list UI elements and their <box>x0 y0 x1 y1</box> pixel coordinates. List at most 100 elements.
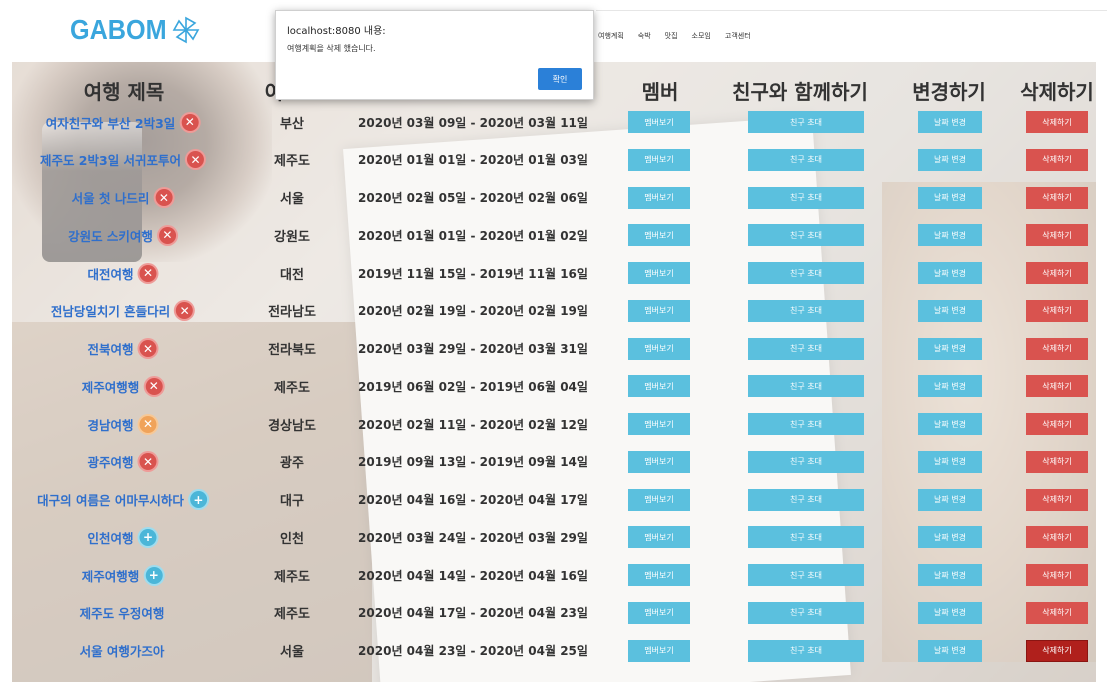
change-date-button[interactable]: 날짜 변경 <box>918 413 982 435</box>
invite-friend-button[interactable]: 친구 초대 <box>748 450 864 473</box>
delete-trip-button[interactable]: 삭제하기 <box>1026 375 1088 398</box>
view-members-button[interactable]: 멤버보기 <box>628 299 690 322</box>
delete-trip-button[interactable]: 삭제하기 <box>1026 601 1088 624</box>
change-date-button[interactable]: 날짜 변경 <box>918 564 982 586</box>
change-date-button[interactable]: 날짜 변경 <box>918 488 982 511</box>
delete-trip-button[interactable]: 삭제하기 <box>1026 639 1088 662</box>
remove-icon[interactable]: ✕ <box>139 264 157 282</box>
destination-text: 강원도 <box>274 229 310 245</box>
delete-trip-button[interactable]: 삭제하기 <box>1026 224 1088 247</box>
change-date-button[interactable]: 날짜 변경 <box>918 186 982 209</box>
view-members-button[interactable]: 멤버보기 <box>628 262 690 284</box>
remove-icon[interactable]: ✕ <box>145 377 163 395</box>
trip-title-link[interactable]: 대구의 여름은 어마무시하다 <box>37 490 184 509</box>
trip-title-link[interactable]: 대전여행 <box>87 264 133 283</box>
view-members-button[interactable]: 멤버보기 <box>628 224 690 247</box>
invite-friend-button[interactable]: 친구 초대 <box>748 337 864 360</box>
invite-friend-button[interactable]: 친구 초대 <box>748 375 864 398</box>
change-date-button[interactable]: 날짜 변경 <box>918 639 982 662</box>
invite-friend-button[interactable]: 친구 초대 <box>748 262 864 284</box>
change-date-button[interactable]: 날짜 변경 <box>918 526 982 549</box>
view-members-button[interactable]: 멤버보기 <box>628 413 690 435</box>
member-cell: 멤버보기 <box>628 103 690 141</box>
trip-title-link[interactable]: 서울 첫 나드리 <box>72 188 150 207</box>
delete-trip-button[interactable]: 삭제하기 <box>1026 450 1088 473</box>
view-members-button[interactable]: 멤버보기 <box>628 148 690 171</box>
view-members-button[interactable]: 멤버보기 <box>628 526 690 549</box>
delete-trip-button[interactable]: 삭제하기 <box>1026 262 1088 284</box>
view-members-button[interactable]: 멤버보기 <box>628 375 690 398</box>
nav-item-restaurants[interactable]: 맛집 <box>665 31 678 41</box>
trip-title-link[interactable]: 서울 여행가즈아 <box>80 641 165 660</box>
invite-friend-button[interactable]: 친구 초대 <box>748 601 864 624</box>
change-date-button[interactable]: 날짜 변경 <box>918 262 982 284</box>
invite-friend-button[interactable]: 친구 초대 <box>748 148 864 171</box>
remove-icon[interactable]: ✕ <box>176 302 194 320</box>
add-icon[interactable]: + <box>145 566 163 584</box>
delete-trip-button[interactable]: 삭제하기 <box>1026 526 1088 549</box>
delete-cell: 삭제하기 <box>1026 518 1088 556</box>
remove-icon[interactable]: ✕ <box>181 113 199 131</box>
view-members-button[interactable]: 멤버보기 <box>628 337 690 360</box>
view-members-button[interactable]: 멤버보기 <box>628 111 690 133</box>
view-members-button[interactable]: 멤버보기 <box>628 639 690 662</box>
remove-icon[interactable]: ✕ <box>139 415 157 433</box>
trip-title-link[interactable]: 전북여행 <box>87 339 133 358</box>
trip-title-link[interactable]: 제주여행행 <box>82 566 140 585</box>
invite-friend-button[interactable]: 친구 초대 <box>748 526 864 549</box>
change-date-button[interactable]: 날짜 변경 <box>918 299 982 322</box>
remove-icon[interactable]: ✕ <box>158 226 176 244</box>
invite-friend-button[interactable]: 친구 초대 <box>748 413 864 435</box>
invite-friend-button[interactable]: 친구 초대 <box>748 488 864 511</box>
trip-title-link[interactable]: 전남당일치기 흔들다리 <box>51 301 170 320</box>
add-icon[interactable]: + <box>139 528 157 546</box>
delete-trip-button[interactable]: 삭제하기 <box>1026 299 1088 322</box>
trip-title-link[interactable]: 광주여행 <box>87 452 133 471</box>
delete-trip-button[interactable]: 삭제하기 <box>1026 488 1088 511</box>
invite-friend-button[interactable]: 친구 초대 <box>748 111 864 133</box>
trip-title-link[interactable]: 인천여행 <box>87 528 133 547</box>
invite-friend-button[interactable]: 친구 초대 <box>748 299 864 322</box>
delete-trip-button[interactable]: 삭제하기 <box>1026 413 1088 435</box>
nav-item-travel-plan[interactable]: 여행계획 <box>598 31 624 41</box>
dates-cell: 2020년 04월 14일 - 2020년 04월 16일 <box>358 556 588 594</box>
add-icon[interactable]: + <box>189 491 207 508</box>
view-members-button[interactable]: 멤버보기 <box>628 450 690 473</box>
destination-text: 전라남도 <box>268 305 316 321</box>
invite-friend-button[interactable]: 친구 초대 <box>748 224 864 247</box>
change-date-button[interactable]: 날짜 변경 <box>918 375 982 398</box>
invite-friend-button[interactable]: 친구 초대 <box>748 639 864 662</box>
change-date-button[interactable]: 날짜 변경 <box>918 148 982 171</box>
trip-title-link[interactable]: 제주여행행 <box>82 377 140 396</box>
site-logo[interactable]: GABOM <box>70 14 201 46</box>
remove-icon[interactable]: ✕ <box>139 453 157 471</box>
delete-trip-button[interactable]: 삭제하기 <box>1026 564 1088 586</box>
invite-friend-button[interactable]: 친구 초대 <box>748 564 864 586</box>
trip-title-link[interactable]: 제주도 2박3일 서귀포투어 <box>40 150 181 169</box>
view-members-button[interactable]: 멤버보기 <box>628 601 690 624</box>
alert-ok-button[interactable]: 확인 <box>538 68 582 90</box>
delete-trip-button[interactable]: 삭제하기 <box>1026 148 1088 171</box>
invite-friend-button[interactable]: 친구 초대 <box>748 186 864 209</box>
remove-icon[interactable]: ✕ <box>139 340 157 357</box>
delete-trip-button[interactable]: 삭제하기 <box>1026 111 1088 133</box>
nav-item-lodging[interactable]: 숙박 <box>638 31 651 41</box>
trip-title-link[interactable]: 경남여행 <box>87 415 133 434</box>
remove-icon[interactable]: ✕ <box>187 151 205 169</box>
change-date-button[interactable]: 날짜 변경 <box>918 601 982 624</box>
view-members-button[interactable]: 멤버보기 <box>628 488 690 511</box>
change-date-button[interactable]: 날짜 변경 <box>918 337 982 360</box>
trip-title-link[interactable]: 제주도 우정여행 <box>80 603 165 622</box>
change-date-button[interactable]: 날짜 변경 <box>918 450 982 473</box>
remove-icon[interactable]: ✕ <box>155 189 173 206</box>
view-members-button[interactable]: 멤버보기 <box>628 186 690 209</box>
trip-title-link[interactable]: 여자친구와 부산 2박3일 <box>46 113 176 132</box>
nav-item-customer-center[interactable]: 고객센터 <box>725 31 751 41</box>
trip-title-link[interactable]: 강원도 스키여행 <box>68 226 153 245</box>
change-date-button[interactable]: 날짜 변경 <box>918 224 982 247</box>
nav-item-groups[interactable]: 소모임 <box>692 31 711 41</box>
view-members-button[interactable]: 멤버보기 <box>628 564 690 586</box>
delete-trip-button[interactable]: 삭제하기 <box>1026 186 1088 209</box>
change-date-button[interactable]: 날짜 변경 <box>918 111 982 133</box>
delete-trip-button[interactable]: 삭제하기 <box>1026 337 1088 360</box>
